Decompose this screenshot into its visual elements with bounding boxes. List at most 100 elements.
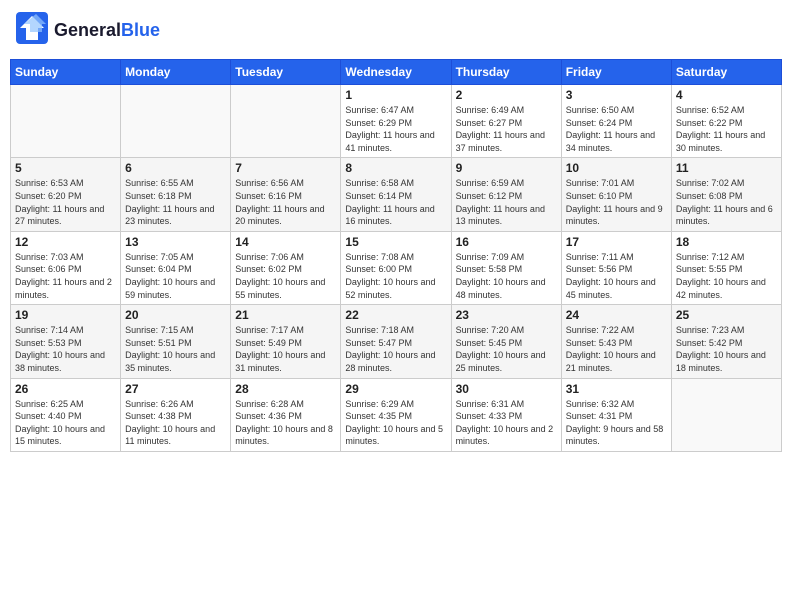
- day-info: Sunrise: 7:17 AM Sunset: 5:49 PM Dayligh…: [235, 324, 336, 374]
- day-number: 20: [125, 308, 226, 322]
- calendar-week-5: 26 Sunrise: 6:25 AM Sunset: 4:40 PM Dayli…: [11, 378, 782, 451]
- calendar-cell: 6 Sunrise: 6:55 AM Sunset: 6:18 PM Daylig…: [121, 158, 231, 231]
- day-number: 28: [235, 382, 336, 396]
- weekday-sunday: Sunday: [11, 60, 121, 85]
- day-info: Sunrise: 7:09 AM Sunset: 5:58 PM Dayligh…: [456, 251, 557, 301]
- calendar-cell: [671, 378, 781, 451]
- day-info: Sunrise: 6:56 AM Sunset: 6:16 PM Dayligh…: [235, 177, 336, 227]
- day-number: 21: [235, 308, 336, 322]
- calendar-cell: 24Sunrise: 7:22 AM Sunset: 5:43 PM Dayli…: [561, 305, 671, 378]
- day-info: Sunrise: 7:14 AM Sunset: 5:53 PM Dayligh…: [15, 324, 116, 374]
- day-info: Sunrise: 7:18 AM Sunset: 5:47 PM Dayligh…: [345, 324, 446, 374]
- day-number: 14: [235, 235, 336, 249]
- calendar-week-1: 1 Sunrise: 6:47 AM Sunset: 6:29 PM Daylig…: [11, 85, 782, 158]
- calendar-week-3: 12Sunrise: 7:03 AM Sunset: 6:06 PM Dayli…: [11, 231, 782, 304]
- calendar-cell: 22 Sunrise: 7:18 AM Sunset: 5:47 PM Dayli…: [341, 305, 451, 378]
- day-number: 9: [456, 161, 557, 175]
- calendar-cell: 11 Sunrise: 7:02 AM Sunset: 6:08 PM Dayli…: [671, 158, 781, 231]
- calendar-cell: 14 Sunrise: 7:06 AM Sunset: 6:02 PM Dayli…: [231, 231, 341, 304]
- calendar-cell: 7 Sunrise: 6:56 AM Sunset: 6:16 PM Daylig…: [231, 158, 341, 231]
- day-number: 4: [676, 88, 777, 102]
- calendar-cell: 12Sunrise: 7:03 AM Sunset: 6:06 PM Dayli…: [11, 231, 121, 304]
- calendar-cell: 2 Sunrise: 6:49 AM Sunset: 6:27 PM Daylig…: [451, 85, 561, 158]
- day-info: Sunrise: 6:59 AM Sunset: 6:12 PM Dayligh…: [456, 177, 557, 227]
- day-info: Sunrise: 7:05 AM Sunset: 6:04 PM Dayligh…: [125, 251, 226, 301]
- day-number: 6: [125, 161, 226, 175]
- calendar-cell: 10 Sunrise: 7:01 AM Sunset: 6:10 PM Dayli…: [561, 158, 671, 231]
- day-number: 11: [676, 161, 777, 175]
- header: GeneralBlue: [10, 10, 782, 51]
- day-number: 3: [566, 88, 667, 102]
- calendar-cell: [11, 85, 121, 158]
- day-number: 1: [345, 88, 446, 102]
- weekday-thursday: Thursday: [451, 60, 561, 85]
- day-info: Sunrise: 6:25 AM Sunset: 4:40 PM Dayligh…: [15, 398, 116, 448]
- day-number: 10: [566, 161, 667, 175]
- day-info: Sunrise: 7:11 AM Sunset: 5:56 PM Dayligh…: [566, 251, 667, 301]
- day-number: 19: [15, 308, 116, 322]
- weekday-wednesday: Wednesday: [341, 60, 451, 85]
- day-info: Sunrise: 6:47 AM Sunset: 6:29 PM Dayligh…: [345, 104, 446, 154]
- day-info: Sunrise: 6:52 AM Sunset: 6:22 PM Dayligh…: [676, 104, 777, 154]
- day-info: Sunrise: 6:31 AM Sunset: 4:33 PM Dayligh…: [456, 398, 557, 448]
- calendar-cell: 30Sunrise: 6:31 AM Sunset: 4:33 PM Dayli…: [451, 378, 561, 451]
- calendar-week-4: 19 Sunrise: 7:14 AM Sunset: 5:53 PM Dayli…: [11, 305, 782, 378]
- day-info: Sunrise: 6:55 AM Sunset: 6:18 PM Dayligh…: [125, 177, 226, 227]
- day-number: 18: [676, 235, 777, 249]
- day-number: 16: [456, 235, 557, 249]
- logo-text-general: GeneralBlue: [54, 21, 160, 41]
- day-info: Sunrise: 7:06 AM Sunset: 6:02 PM Dayligh…: [235, 251, 336, 301]
- day-info: Sunrise: 7:08 AM Sunset: 6:00 PM Dayligh…: [345, 251, 446, 301]
- calendar-cell: 28 Sunrise: 6:28 AM Sunset: 4:36 PM Dayli…: [231, 378, 341, 451]
- calendar-cell: 16 Sunrise: 7:09 AM Sunset: 5:58 PM Dayli…: [451, 231, 561, 304]
- calendar-cell: 27 Sunrise: 6:26 AM Sunset: 4:38 PM Dayli…: [121, 378, 231, 451]
- calendar-cell: 8Sunrise: 6:58 AM Sunset: 6:14 PM Daylig…: [341, 158, 451, 231]
- calendar-week-2: 5Sunrise: 6:53 AM Sunset: 6:20 PM Daylig…: [11, 158, 782, 231]
- day-number: 17: [566, 235, 667, 249]
- day-info: Sunrise: 6:49 AM Sunset: 6:27 PM Dayligh…: [456, 104, 557, 154]
- weekday-monday: Monday: [121, 60, 231, 85]
- day-info: Sunrise: 6:29 AM Sunset: 4:35 PM Dayligh…: [345, 398, 446, 448]
- day-info: Sunrise: 6:26 AM Sunset: 4:38 PM Dayligh…: [125, 398, 226, 448]
- day-info: Sunrise: 6:50 AM Sunset: 6:24 PM Dayligh…: [566, 104, 667, 154]
- day-number: 7: [235, 161, 336, 175]
- calendar-cell: 20 Sunrise: 7:15 AM Sunset: 5:51 PM Dayli…: [121, 305, 231, 378]
- day-info: Sunrise: 6:28 AM Sunset: 4:36 PM Dayligh…: [235, 398, 336, 448]
- day-number: 26: [15, 382, 116, 396]
- day-info: Sunrise: 6:32 AM Sunset: 4:31 PM Dayligh…: [566, 398, 667, 448]
- calendar-cell: 26 Sunrise: 6:25 AM Sunset: 4:40 PM Dayli…: [11, 378, 121, 451]
- logo: GeneralBlue: [14, 10, 160, 51]
- day-info: Sunrise: 7:23 AM Sunset: 5:42 PM Dayligh…: [676, 324, 777, 374]
- calendar-cell: 17 Sunrise: 7:11 AM Sunset: 5:56 PM Dayli…: [561, 231, 671, 304]
- day-number: 29: [345, 382, 446, 396]
- calendar-cell: [121, 85, 231, 158]
- calendar-cell: 1 Sunrise: 6:47 AM Sunset: 6:29 PM Daylig…: [341, 85, 451, 158]
- weekday-friday: Friday: [561, 60, 671, 85]
- calendar-cell: 29 Sunrise: 6:29 AM Sunset: 4:35 PM Dayli…: [341, 378, 451, 451]
- calendar-cell: 19 Sunrise: 7:14 AM Sunset: 5:53 PM Dayli…: [11, 305, 121, 378]
- calendar-table: SundayMondayTuesdayWednesdayThursdayFrid…: [10, 59, 782, 452]
- day-number: 12: [15, 235, 116, 249]
- day-number: 31: [566, 382, 667, 396]
- day-info: Sunrise: 7:02 AM Sunset: 6:08 PM Dayligh…: [676, 177, 777, 227]
- day-number: 2: [456, 88, 557, 102]
- day-info: Sunrise: 7:01 AM Sunset: 6:10 PM Dayligh…: [566, 177, 667, 227]
- day-info: Sunrise: 6:53 AM Sunset: 6:20 PM Dayligh…: [15, 177, 116, 227]
- calendar-cell: [231, 85, 341, 158]
- calendar-cell: 4 Sunrise: 6:52 AM Sunset: 6:22 PM Daylig…: [671, 85, 781, 158]
- day-number: 24: [566, 308, 667, 322]
- calendar-cell: 15 Sunrise: 7:08 AM Sunset: 6:00 PM Dayli…: [341, 231, 451, 304]
- calendar-cell: 25 Sunrise: 7:23 AM Sunset: 5:42 PM Dayli…: [671, 305, 781, 378]
- calendar-cell: 18Sunrise: 7:12 AM Sunset: 5:55 PM Dayli…: [671, 231, 781, 304]
- day-number: 15: [345, 235, 446, 249]
- day-number: 22: [345, 308, 446, 322]
- day-info: Sunrise: 6:58 AM Sunset: 6:14 PM Dayligh…: [345, 177, 446, 227]
- day-info: Sunrise: 7:15 AM Sunset: 5:51 PM Dayligh…: [125, 324, 226, 374]
- weekday-tuesday: Tuesday: [231, 60, 341, 85]
- weekday-header-row: SundayMondayTuesdayWednesdayThursdayFrid…: [11, 60, 782, 85]
- day-info: Sunrise: 7:20 AM Sunset: 5:45 PM Dayligh…: [456, 324, 557, 374]
- day-number: 27: [125, 382, 226, 396]
- weekday-saturday: Saturday: [671, 60, 781, 85]
- page: GeneralBlue SundayMondayTuesdayWednesday…: [0, 0, 792, 612]
- day-number: 25: [676, 308, 777, 322]
